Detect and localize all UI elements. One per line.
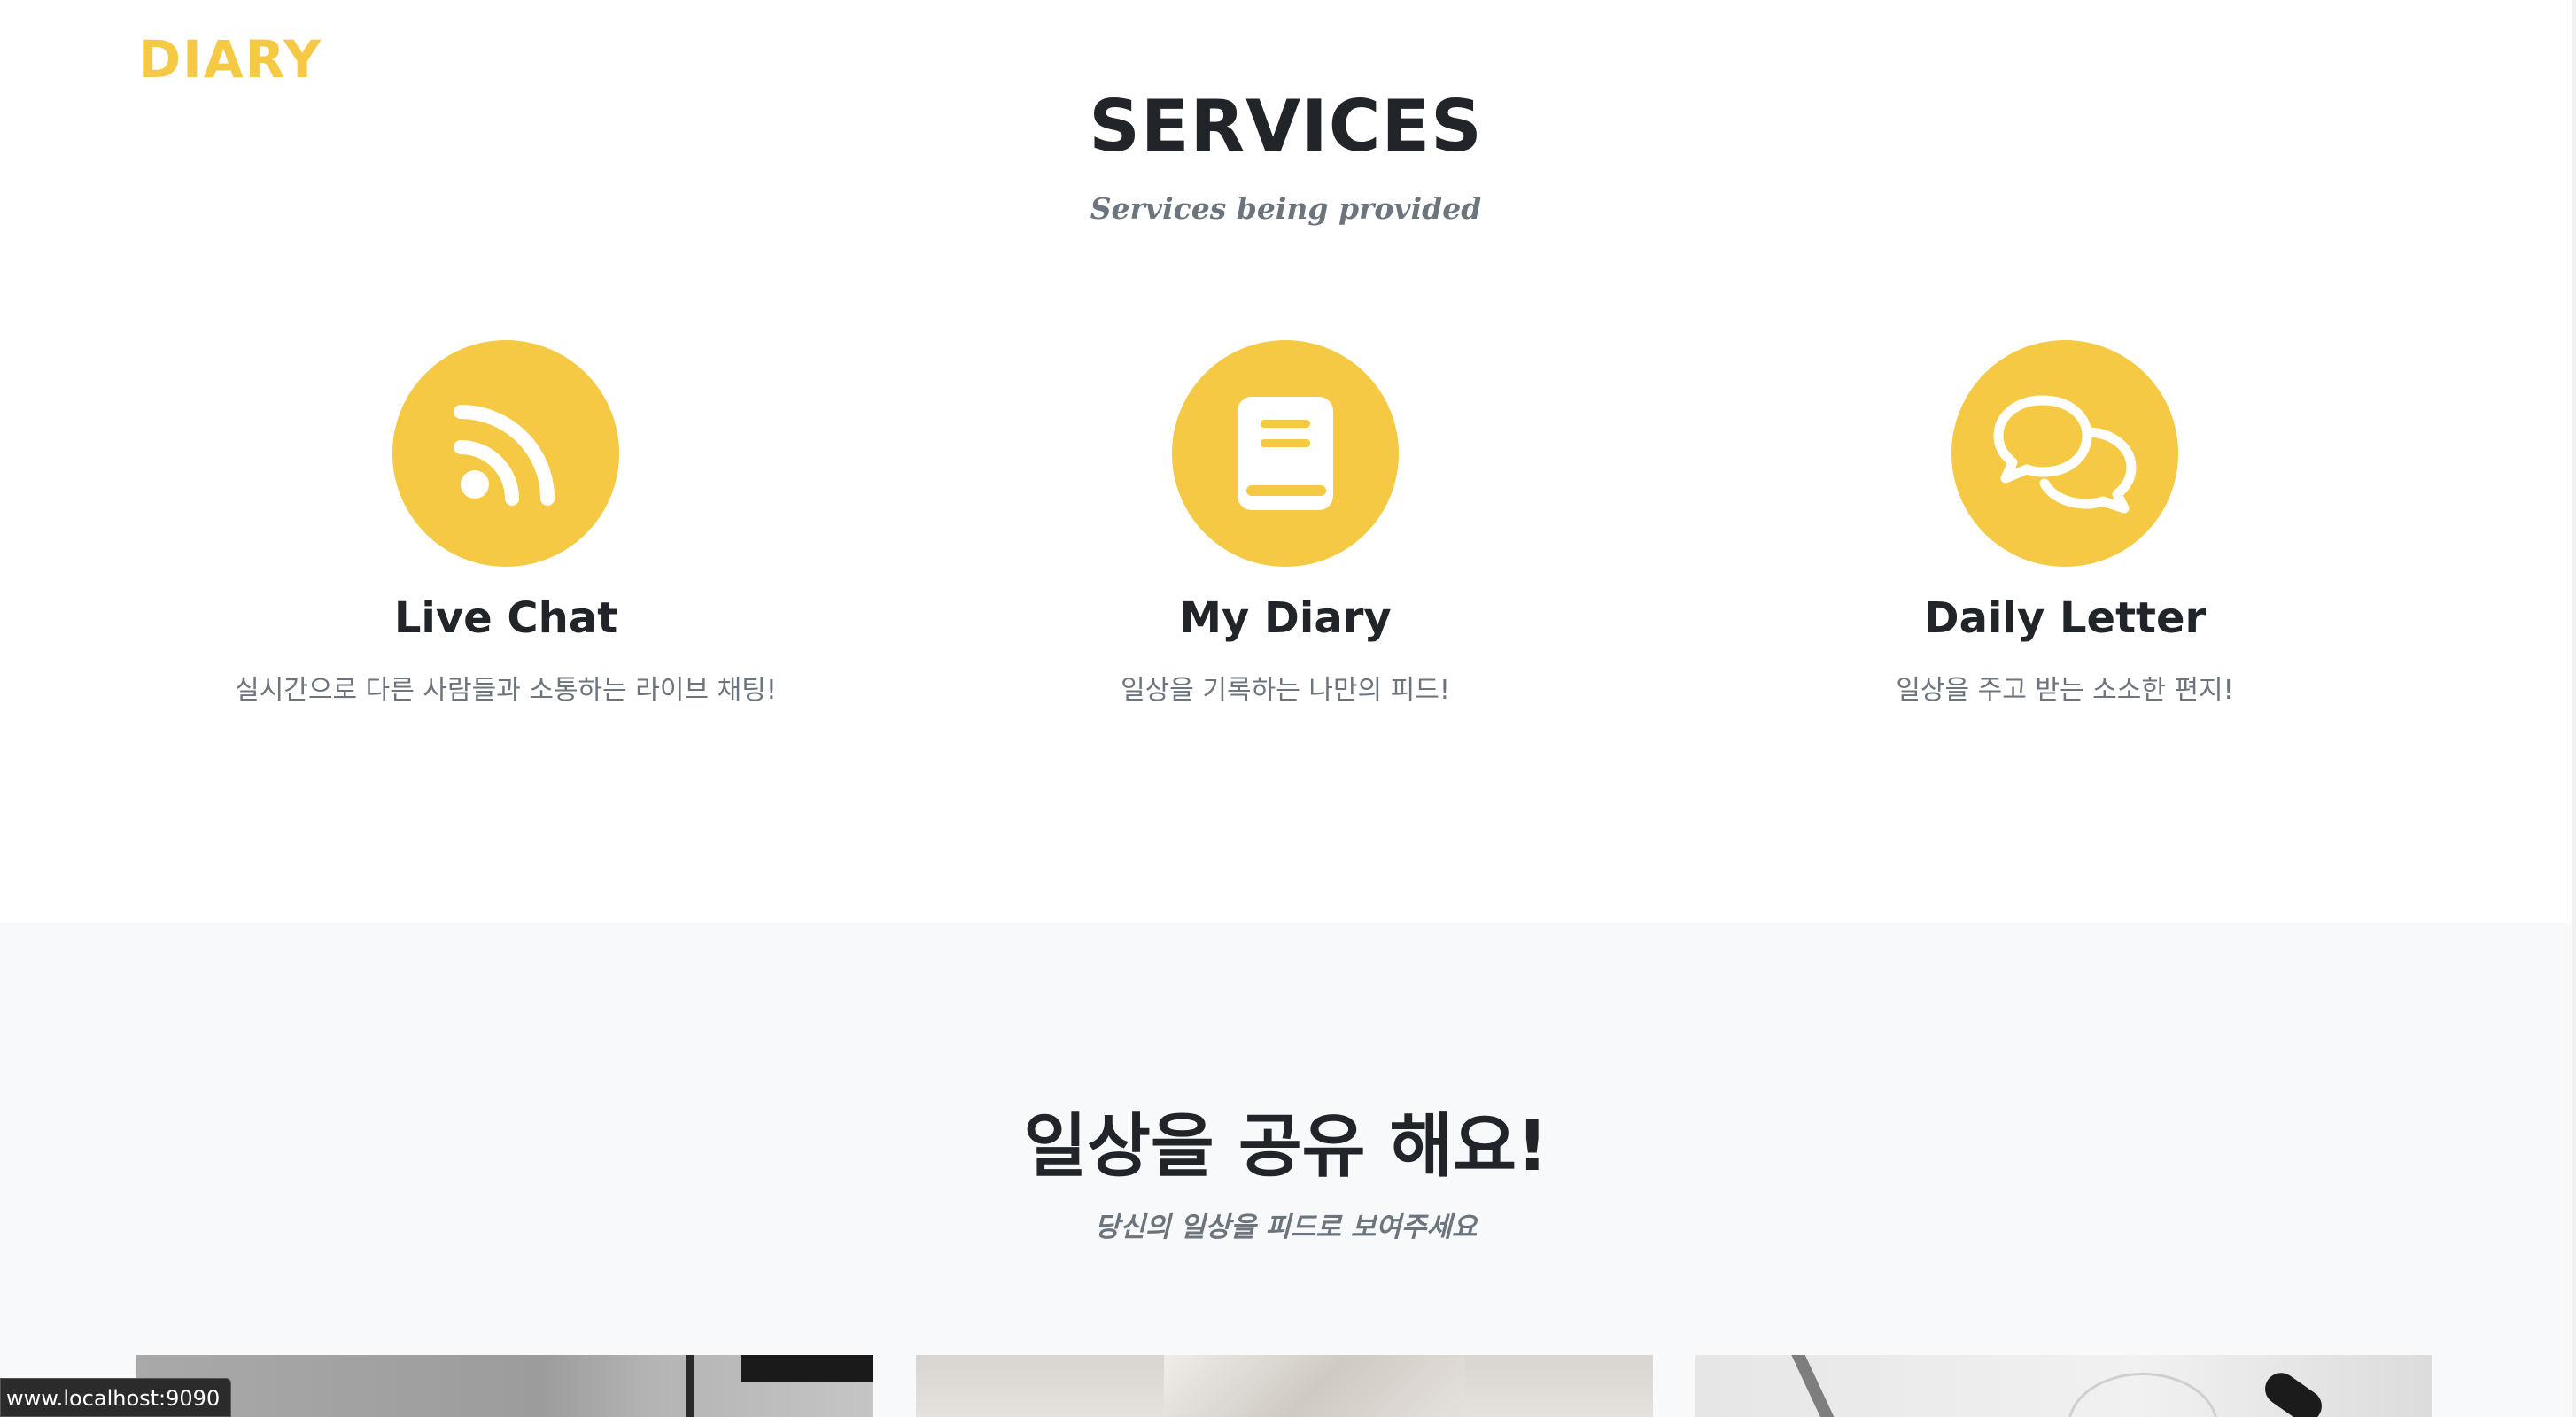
brand-logo[interactable]: DIARY <box>138 34 322 85</box>
service-description: 실시간으로 다른 사람들과 소통하는 라이브 채팅! <box>235 674 777 706</box>
service-title: My Diary <box>1179 593 1392 643</box>
rss-icon <box>392 340 619 567</box>
feed-thumbnail[interactable] <box>916 1355 1653 1417</box>
service-title: Daily Letter <box>1923 593 2207 643</box>
service-live-chat[interactable]: Live Chat 실시간으로 다른 사람들과 소통하는 라이브 채팅! <box>116 340 896 707</box>
service-title: Live Chat <box>393 593 618 643</box>
services-heading: SERVICES <box>1089 85 1483 167</box>
book-icon <box>1172 340 1399 567</box>
photo-detail <box>2068 1373 2218 1417</box>
share-section: 일상을 공유 해요! 당신의 일상을 피드로 보여주세요 <box>0 923 2572 1417</box>
service-description: 일상을 기록하는 나만의 피드! <box>1121 674 1450 706</box>
page: SERVICES Services being provided Live Ch… <box>0 0 2576 1417</box>
photo-detail <box>741 1355 873 1382</box>
service-daily-letter[interactable]: Daily Letter 일상을 주고 받는 소소한 편지! <box>1675 340 2455 707</box>
service-my-diary[interactable]: My Diary 일상을 기록하는 나만의 피드! <box>896 340 1675 707</box>
services-section: SERVICES Services being provided Live Ch… <box>0 0 2572 923</box>
feed-thumbnail[interactable] <box>1695 1355 2432 1417</box>
photo-detail <box>1164 1355 1465 1417</box>
feed-thumbnail[interactable] <box>136 1355 873 1417</box>
service-description: 일상을 주고 받는 소소한 편지! <box>1896 674 2234 706</box>
share-subheading: 당신의 일상을 피드로 보여주세요 <box>1094 1212 1478 1243</box>
share-heading: 일상을 공유 해요! <box>1023 1107 1548 1187</box>
chat-bubbles-icon <box>1951 340 2178 567</box>
scrollbar[interactable] <box>2572 0 2576 1417</box>
photo-detail <box>2259 1367 2328 1417</box>
status-bar-url: www.localhost:9090 <box>0 1378 232 1417</box>
photo-detail <box>1790 1355 1843 1417</box>
photo-detail <box>686 1355 694 1417</box>
services-subheading: Services being provided <box>1090 191 1482 226</box>
